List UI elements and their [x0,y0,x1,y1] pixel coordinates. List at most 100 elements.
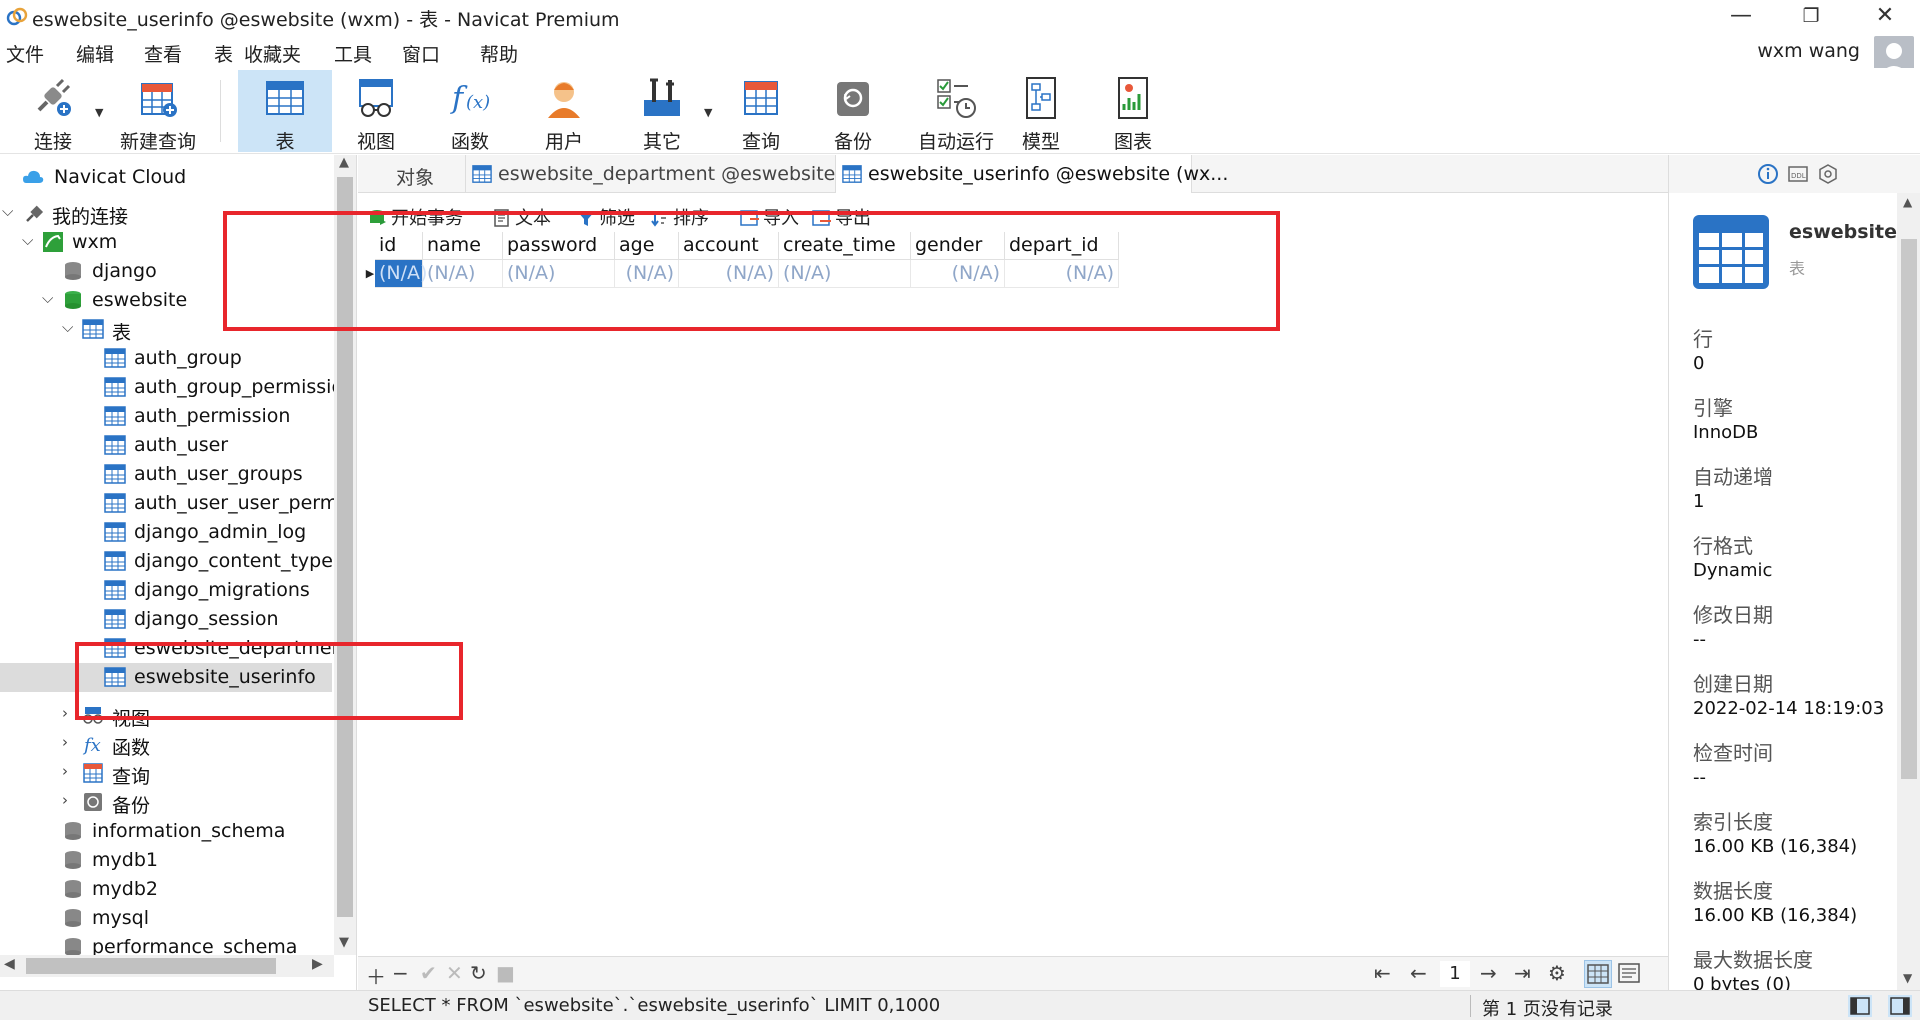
tab-objects[interactable]: 对象 [358,155,466,193]
ddl-icon[interactable]: DDL [1787,163,1809,185]
delete-record-icon[interactable]: − [392,961,409,985]
restore-button[interactable]: ❐ [1776,0,1846,34]
info-panel-scrollbar[interactable]: ▲ ▼ [1897,193,1920,990]
minimize-button[interactable]: — [1706,0,1776,34]
collapse-arrow-icon[interactable]: ⌵ [2,202,13,220]
menu-edit[interactable]: 编辑 [76,40,114,67]
new-query-button[interactable]: 新建查询 [108,70,208,153]
tree-db-item[interactable]: mysql [0,904,332,933]
previous-page-icon[interactable]: ← [1410,961,1427,985]
tree-table-item[interactable]: auth_permission [0,402,332,431]
table-icon [104,377,126,397]
menu-file[interactable]: 文件 [6,40,44,67]
expand-arrow-icon[interactable]: › [62,704,68,722]
property-value: 2022-02-14 18:19:03 [1693,698,1885,719]
tree-db-item[interactable]: mydb1 [0,846,332,875]
chart-icon [1118,77,1148,119]
tree-table-item[interactable]: django_migrations [0,576,332,605]
tree-table-item[interactable]: auth_group [0,344,332,373]
grid-view-button[interactable] [1584,960,1612,988]
form-view-button[interactable] [1616,960,1644,988]
scroll-up-arrow-icon[interactable]: ▲ [339,155,349,170]
refresh-icon[interactable]: ↻ [470,961,487,985]
scroll-left-arrow-icon[interactable]: ◀ [4,956,15,972]
status-separator [1470,995,1471,1017]
menu-window[interactable]: 窗口 [402,40,440,67]
tree-folder-backups[interactable]: › 备份 [0,788,332,817]
property-value: -- [1693,629,1706,650]
table-button[interactable]: 表 [238,70,332,153]
info-icon[interactable] [1757,163,1779,185]
tree-table-label: auth_user [134,434,229,456]
tree-table-item[interactable]: auth_user_groups [0,460,332,489]
menu-tools[interactable]: 工具 [334,40,372,67]
scroll-up-arrow-icon[interactable]: ▲ [1903,195,1912,209]
annotation-highlight-tables [75,642,463,720]
tree-navicat-cloud[interactable]: Navicat Cloud [0,163,332,192]
scrollbar-thumb[interactable] [26,958,276,974]
menu-help[interactable]: 帮助 [480,40,518,67]
connect-button[interactable]: 连接 [18,70,88,153]
toggle-right-panel-icon[interactable] [1888,995,1912,1017]
stop-icon[interactable]: ■ [496,961,515,985]
page-number-input[interactable]: 1 [1440,961,1470,987]
cloud-icon [23,170,44,183]
query-button[interactable]: 查询 [726,70,796,153]
connect-dropdown-caret-icon[interactable]: ▼ [95,106,103,119]
table-icon [104,522,126,542]
discard-changes-icon[interactable]: ✕ [446,961,463,985]
tab-eswebsite-department[interactable]: eswebsite_department @eswebsite ... [466,155,860,193]
scrollbar-thumb[interactable] [1901,239,1917,779]
user-button[interactable]: 用户 [528,70,600,153]
preview-hexagon-icon[interactable] [1817,163,1839,185]
function-button[interactable]: f (x) 函数 [434,70,506,153]
menu-view[interactable]: 查看 [144,40,182,67]
expand-arrow-icon[interactable]: › [62,733,68,751]
collapse-arrow-icon[interactable]: ⌵ [22,231,33,249]
chart-button[interactable]: 图表 [1098,70,1168,153]
collapse-arrow-icon[interactable]: ⌵ [42,289,53,307]
tree-folder-functions[interactable]: › fx 函数 [0,730,332,759]
expand-arrow-icon[interactable]: › [62,791,68,809]
tree-table-item[interactable]: auth_group_permission [0,373,355,402]
tree-folder-queries[interactable]: › 查询 [0,759,332,788]
scroll-down-arrow-icon[interactable]: ▼ [1903,971,1912,985]
user-name[interactable]: wxm wang [1757,40,1860,62]
first-page-icon[interactable]: ⇤ [1374,961,1391,985]
apply-changes-icon[interactable]: ✔ [420,961,437,985]
last-page-icon[interactable]: ⇥ [1514,961,1531,985]
toggle-left-panel-icon[interactable] [1848,995,1872,1017]
navigation-horizontal-scrollbar[interactable]: ◀ ▶ [0,955,334,977]
function-label: 函数 [450,131,489,153]
menu-favorites[interactable]: 收藏夹 [244,40,301,67]
tree-table-item[interactable]: auth_user_user_permis [0,489,353,518]
auto-run-button[interactable]: 自动运行 [904,70,1008,153]
tree-table-item[interactable]: django_content_type [0,547,333,576]
tree-db-item[interactable]: mydb2 [0,875,332,904]
queries-folder-icon [83,763,103,783]
tree-label: eswebsite [92,289,188,311]
others-button[interactable]: 其它 [626,70,698,153]
scroll-down-arrow-icon[interactable]: ▼ [339,935,349,950]
tree-table-item[interactable]: auth_user [0,431,332,460]
close-button[interactable]: ✕ [1850,0,1920,34]
tree-table-item[interactable]: django_session [0,605,332,634]
view-button[interactable]: 视图 [340,70,412,153]
scroll-right-arrow-icon[interactable]: ▶ [312,956,323,972]
next-page-icon[interactable]: → [1480,961,1497,985]
settings-gear-icon[interactable]: ⚙ [1548,961,1566,985]
tree-label: Navicat Cloud [54,166,187,188]
model-button[interactable]: 模型 [1006,70,1076,153]
add-record-icon[interactable]: ＋ [366,961,386,990]
expand-arrow-icon[interactable]: › [62,762,68,780]
tree-table-item[interactable]: django_admin_log [0,518,332,547]
collapse-arrow-icon[interactable]: ⌵ [62,318,73,336]
tab-eswebsite-userinfo[interactable]: eswebsite_userinfo @eswebsite (wx... [836,155,1228,193]
backup-button[interactable]: 备份 [818,70,888,153]
others-dropdown-caret-icon[interactable]: ▼ [704,106,712,119]
table-large-icon [1693,215,1769,289]
status-sql-text: SELECT * FROM `eswebsite`.`eswebsite_use… [368,995,941,1016]
tree-db-item[interactable]: information_schema [0,817,332,846]
menu-table[interactable]: 表 [214,40,233,67]
window-title: eswebsite_userinfo @eswebsite (wxm) - 表 … [32,9,620,31]
